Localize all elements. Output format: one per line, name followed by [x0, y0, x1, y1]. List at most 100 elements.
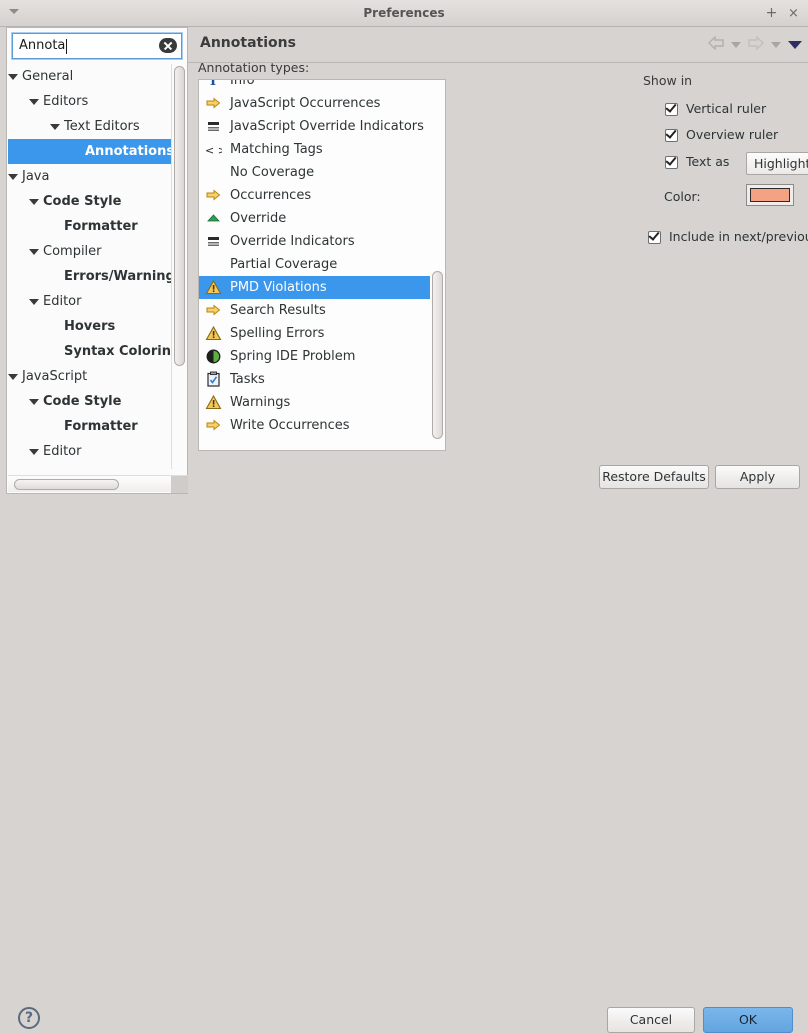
annotation-type-row[interactable]: PMD Violations — [199, 276, 431, 299]
clear-search-icon[interactable] — [159, 38, 177, 53]
annotation-types-list[interactable]: IInfoJavaScript OccurrencesJavaScript Ov… — [198, 79, 446, 451]
tree-item-text-editors[interactable]: Text Editors — [8, 114, 172, 139]
preferences-tree-panel: Annota GeneralEditorsText EditorsAnnotat… — [6, 27, 188, 494]
annotation-type-label: Spring IDE Problem — [230, 349, 355, 364]
annotation-type-row[interactable]: Write Occurrences — [199, 414, 431, 437]
checkmark-icon — [665, 127, 676, 139]
back-history-dropdown[interactable] — [731, 42, 741, 48]
annotation-type-label: Occurrences — [230, 188, 311, 203]
annotation-type-label: Matching Tags — [230, 142, 323, 157]
scrollbar-thumb[interactable] — [174, 66, 185, 366]
chevron-down-icon[interactable] — [29, 99, 39, 105]
annotation-type-label: Search Results — [230, 303, 326, 318]
tree-item-editor[interactable]: Editor — [8, 439, 172, 464]
tree-item-label: Compiler — [43, 239, 102, 264]
chevron-down-icon[interactable] — [29, 399, 39, 405]
chevron-down-icon[interactable] — [8, 174, 18, 180]
apply-button[interactable]: Apply — [715, 465, 800, 489]
annotation-type-row[interactable]: Search Results — [199, 299, 431, 322]
annotation-type-row[interactable]: Occurrences — [199, 184, 431, 207]
annotation-type-row[interactable]: Warnings — [199, 391, 431, 414]
tree-item-hovers[interactable]: Hovers — [8, 314, 172, 339]
annotation-list-scrollbar[interactable] — [430, 81, 444, 451]
chevron-down-icon[interactable] — [29, 249, 39, 255]
search-input[interactable]: Annota — [19, 34, 65, 58]
tree-item-hovers[interactable]: Hovers — [8, 464, 172, 469]
tree-item-annotations[interactable]: Annotations — [8, 139, 172, 164]
annotation-type-row[interactable]: < >Matching Tags — [199, 138, 431, 161]
text-caret — [66, 39, 67, 54]
page-nav-toolbar — [701, 36, 802, 54]
annotation-type-label: Override Indicators — [230, 234, 355, 249]
tree-item-editor[interactable]: Editor — [8, 289, 172, 314]
tree-item-label: Editor — [43, 289, 81, 314]
task-icon — [205, 371, 222, 388]
chevron-down-icon[interactable] — [29, 299, 39, 305]
include-navigation-checkbox[interactable] — [648, 231, 661, 244]
no-icon — [205, 164, 222, 181]
chevron-down-icon[interactable] — [8, 74, 18, 80]
chevron-down-icon[interactable] — [29, 199, 39, 205]
tree-vertical-scrollbar[interactable] — [171, 64, 186, 469]
cancel-button[interactable]: Cancel — [607, 1007, 695, 1033]
show-in-heading: Show in — [643, 73, 692, 88]
annotation-type-row[interactable]: IInfo — [199, 79, 431, 92]
maximize-button[interactable]: + — [762, 4, 781, 23]
checkmark-icon — [665, 154, 676, 166]
close-button[interactable]: × — [784, 4, 803, 23]
tree-item-label: General — [22, 64, 73, 89]
text-as-checkbox[interactable] — [665, 156, 678, 169]
tree-item-general[interactable]: General — [8, 64, 172, 89]
tree-item-formatter[interactable]: Formatter — [8, 414, 172, 439]
chevron-down-icon[interactable] — [50, 124, 60, 130]
restore-defaults-button[interactable]: Restore Defaults — [599, 465, 709, 489]
annotation-type-row[interactable]: No Coverage — [199, 161, 431, 184]
chevron-down-icon[interactable] — [8, 374, 18, 380]
annotation-type-label: Spelling Errors — [230, 326, 324, 341]
ok-button[interactable]: OK — [703, 1007, 793, 1033]
chevron-down-icon[interactable] — [29, 449, 39, 455]
tree-item-errors-warnings[interactable]: Errors/Warnings — [8, 264, 172, 289]
tree-item-label: Hovers — [64, 314, 115, 339]
overview-ruler-checkbox[interactable] — [665, 129, 678, 142]
annotation-type-row[interactable]: JavaScript Override Indicators — [199, 115, 431, 138]
window-title: Preferences — [0, 0, 808, 27]
annotation-type-row[interactable]: Spring IDE Problem — [199, 345, 431, 368]
forward-button[interactable] — [748, 36, 764, 53]
annotation-type-row[interactable]: Spelling Errors — [199, 322, 431, 345]
tree-item-code-style[interactable]: Code Style — [8, 389, 172, 414]
annotation-type-label: Override — [230, 211, 286, 226]
color-swatch-button[interactable] — [746, 184, 794, 206]
tree-horizontal-scrollbar[interactable] — [8, 475, 188, 492]
tree-item-formatter[interactable]: Formatter — [8, 214, 172, 239]
annotation-type-label: Warnings — [230, 395, 290, 410]
tree-item-label: Formatter — [64, 214, 138, 239]
annotation-type-row[interactable]: JavaScript Occurrences — [199, 92, 431, 115]
scrollbar-thumb[interactable] — [14, 479, 119, 490]
page-menu-button[interactable] — [788, 41, 802, 49]
filter-search-box[interactable]: Annota — [12, 33, 182, 59]
annotation-type-row[interactable]: Tasks — [199, 368, 431, 391]
back-button[interactable] — [708, 36, 724, 53]
annotation-type-label: No Coverage — [230, 165, 314, 180]
preferences-tree[interactable]: GeneralEditorsText EditorsAnnotationsJav… — [8, 64, 172, 469]
tree-item-label: JavaScript — [22, 364, 87, 389]
spring-icon — [205, 348, 222, 365]
tree-item-label: Text Editors — [64, 114, 140, 139]
tree-item-editors[interactable]: Editors — [8, 89, 172, 114]
text-as-select[interactable]: Highlighted — [746, 152, 808, 175]
forward-history-dropdown[interactable] — [771, 42, 781, 48]
help-icon[interactable]: ? — [18, 1007, 40, 1029]
scrollbar-thumb[interactable] — [432, 271, 443, 439]
annotation-type-row[interactable]: Partial Coverage — [199, 253, 431, 276]
tree-item-compiler[interactable]: Compiler — [8, 239, 172, 264]
tree-item-code-style[interactable]: Code Style — [8, 189, 172, 214]
vertical-ruler-checkbox[interactable] — [665, 103, 678, 116]
annotation-type-row[interactable]: Override — [199, 207, 431, 230]
tree-item-javascript[interactable]: JavaScript — [8, 364, 172, 389]
annotation-type-row[interactable]: Override Indicators — [199, 230, 431, 253]
tree-item-syntax-coloring[interactable]: Syntax Coloring — [8, 339, 172, 364]
annotation-type-label: Tasks — [230, 372, 265, 387]
tree-item-java[interactable]: Java — [8, 164, 172, 189]
tree-item-label: Editor — [43, 439, 81, 464]
